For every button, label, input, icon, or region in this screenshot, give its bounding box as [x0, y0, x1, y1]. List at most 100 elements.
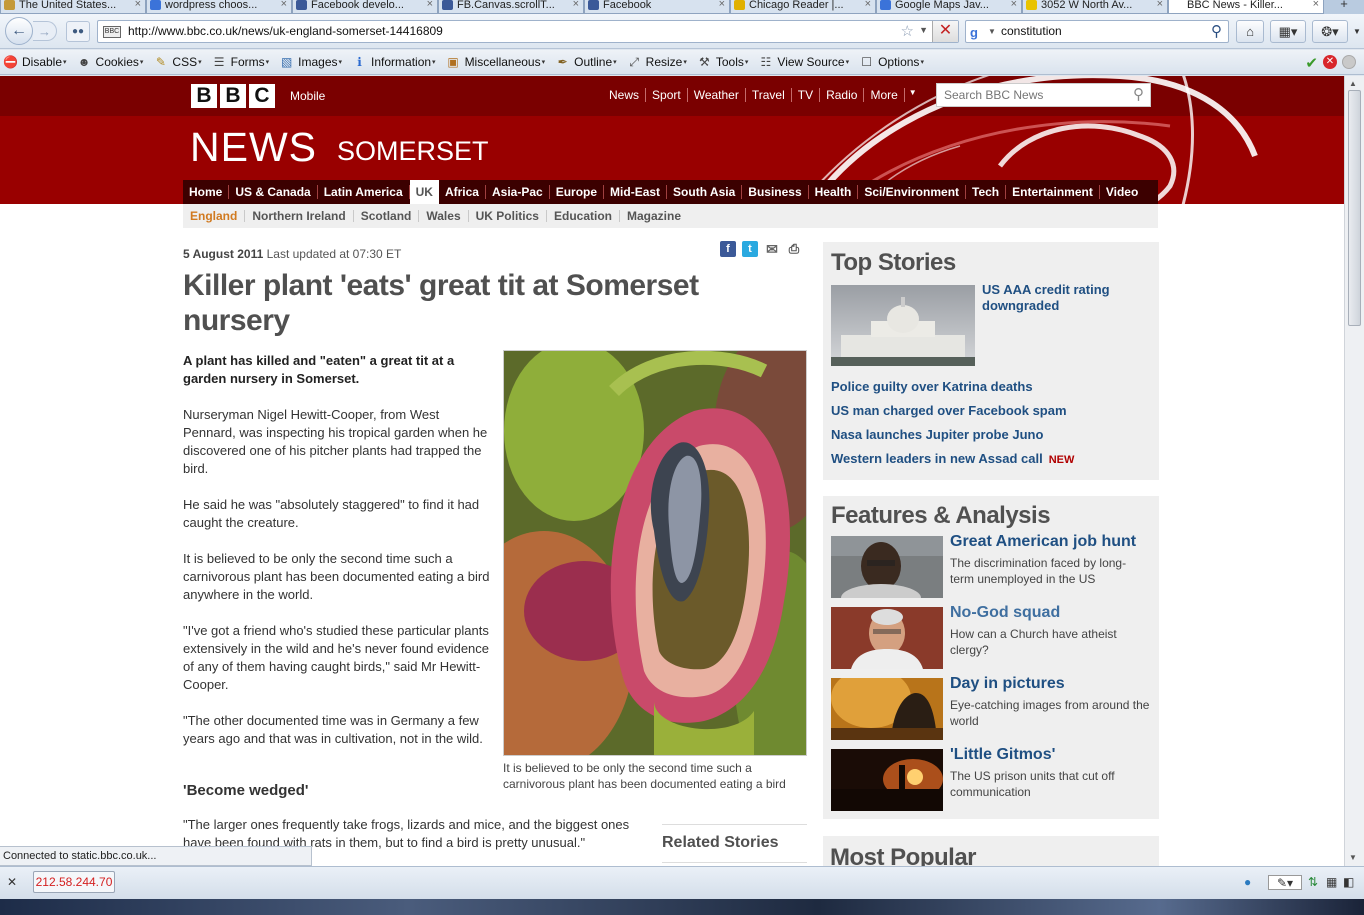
- search-bar[interactable]: g ▼ constitution ⚲: [965, 20, 1229, 43]
- sub-nav-item[interactable]: Education: [547, 210, 620, 222]
- feature-title[interactable]: 'Little Gitmos': [950, 746, 1055, 764]
- top-nav-weather[interactable]: Weather: [688, 88, 746, 102]
- feature-item[interactable]: 'Little Gitmos' The US prison units that…: [831, 746, 1151, 811]
- twitter-icon[interactable]: t: [742, 241, 758, 257]
- bookmark-star-icon[interactable]: ☆: [901, 22, 914, 40]
- sub-nav-item[interactable]: UK Politics: [469, 210, 547, 222]
- close-tab-icon[interactable]: ×: [1157, 0, 1163, 10]
- sync-icon[interactable]: ⇅: [1308, 875, 1318, 890]
- close-icon[interactable]: ✕: [1323, 55, 1337, 69]
- bookmarks-button[interactable]: ▦▾: [1270, 20, 1306, 43]
- capitol-building-image[interactable]: [831, 285, 975, 366]
- dev-menu-outline[interactable]: ✒ Outline ▾: [555, 55, 617, 70]
- sub-nav-item[interactable]: Wales: [419, 210, 469, 222]
- story-link[interactable]: Nasa launches Jupiter probe Juno: [831, 427, 1043, 442]
- browser-tab[interactable]: Google Maps Jav... ×: [876, 0, 1022, 14]
- dev-menu-options[interactable]: ☐ Options ▾: [859, 55, 924, 70]
- close-tab-icon[interactable]: ×: [1011, 0, 1017, 10]
- browser-tab[interactable]: wordpress choos... ×: [146, 0, 292, 14]
- browser-tab[interactable]: Chicago Reader |... ×: [730, 0, 876, 14]
- feature-item[interactable]: Great American job hunt The discriminati…: [831, 533, 1151, 598]
- top-nav-tv[interactable]: TV: [792, 88, 821, 102]
- browser-tab[interactable]: BBC News - Killer... ×: [1168, 0, 1324, 14]
- more-dropdown-icon[interactable]: ▼: [909, 88, 917, 102]
- main-nav-item[interactable]: Mid-East: [604, 185, 668, 199]
- facebook-icon[interactable]: f: [720, 241, 736, 257]
- close-tab-icon[interactable]: ×: [719, 0, 725, 10]
- close-tab-icon[interactable]: ×: [573, 0, 579, 10]
- dev-menu-images[interactable]: ▧ Images ▾: [279, 55, 342, 70]
- validation-check-icon[interactable]: ✔: [1305, 54, 1318, 72]
- forward-button[interactable]: →: [33, 21, 57, 41]
- close-tab-icon[interactable]: ×: [1313, 0, 1319, 10]
- close-tab-icon[interactable]: ×: [135, 0, 141, 10]
- vertical-scrollbar[interactable]: ▲ ▼: [1344, 76, 1364, 866]
- main-nav-item[interactable]: Asia-Pac: [486, 185, 550, 199]
- sub-nav-item[interactable]: Northern Ireland: [245, 210, 354, 222]
- dev-menu-resize[interactable]: ⤢ Resize ▾: [627, 55, 687, 70]
- main-nav-item[interactable]: Latin America: [318, 185, 410, 199]
- main-nav-item[interactable]: Business: [742, 185, 809, 199]
- url-bar[interactable]: BBC http://www.bbc.co.uk/news/uk-england…: [97, 20, 959, 43]
- woman-portrait-image[interactable]: [831, 536, 943, 598]
- sub-nav-item[interactable]: Magazine: [620, 210, 688, 222]
- scroll-down-arrow-icon[interactable]: ▼: [1349, 853, 1357, 862]
- main-nav-item[interactable]: US & Canada: [229, 185, 318, 199]
- main-nav-item[interactable]: Home: [183, 185, 230, 199]
- top-nav-radio[interactable]: Radio: [820, 88, 865, 102]
- top-nav-news[interactable]: News: [603, 88, 647, 102]
- story-link[interactable]: Police guilty over Katrina deaths: [831, 379, 1033, 394]
- print-icon[interactable]: ⎙: [786, 241, 802, 257]
- browser-tab[interactable]: 3052 W North Av... ×: [1022, 0, 1168, 14]
- story-link[interactable]: Western leaders in new Assad call NEW: [831, 451, 1074, 466]
- close-tab-icon[interactable]: ×: [281, 0, 287, 10]
- close-tab-icon[interactable]: ×: [865, 0, 871, 10]
- pen-tool-icon[interactable]: ✎▾: [1268, 875, 1302, 890]
- main-nav-item[interactable]: Tech: [966, 185, 1007, 199]
- google-icon[interactable]: g: [970, 25, 978, 40]
- addon-menu-button[interactable]: ❂▾: [1312, 20, 1348, 43]
- scrollbar-thumb[interactable]: [1348, 90, 1361, 326]
- dev-menu-disable[interactable]: ⛔ Disable ▾: [3, 55, 67, 70]
- url-text[interactable]: http://www.bbc.co.uk/news/uk-england-som…: [128, 24, 443, 38]
- main-nav-item[interactable]: UK: [409, 180, 439, 204]
- main-nav-item[interactable]: Video: [1100, 185, 1144, 199]
- back-button[interactable]: ←: [5, 17, 33, 45]
- dev-menu-tools[interactable]: ⚒ Tools ▾: [697, 55, 748, 70]
- browser-tab[interactable]: FB.Canvas.scrollT... ×: [438, 0, 584, 14]
- dev-menu-information[interactable]: ℹ Information ▾: [352, 55, 435, 70]
- top-nav-travel[interactable]: Travel: [746, 88, 792, 102]
- home-button[interactable]: ⌂: [1236, 20, 1264, 43]
- browser-tab[interactable]: Facebook develo... ×: [292, 0, 438, 14]
- email-icon[interactable]: ✉: [764, 241, 780, 257]
- feature-title[interactable]: Great American job hunt: [950, 533, 1136, 551]
- browser-tab[interactable]: Facebook ×: [584, 0, 730, 14]
- golden-scene-image[interactable]: [831, 678, 943, 740]
- resize-grip-icon[interactable]: ◧: [1343, 875, 1354, 890]
- feature-title[interactable]: No-God squad: [950, 604, 1060, 622]
- sub-nav-item[interactable]: Scotland: [354, 210, 420, 222]
- dev-menu-forms[interactable]: ☰ Forms ▾: [212, 55, 269, 70]
- sub-nav-item[interactable]: England: [183, 210, 246, 222]
- new-tab-button[interactable]: +: [1324, 0, 1364, 14]
- main-nav-item[interactable]: Europe: [550, 185, 605, 199]
- site-identity-button[interactable]: ●●: [66, 21, 90, 42]
- dev-menu-cookies[interactable]: ☻ Cookies ▾: [77, 55, 144, 70]
- globe-icon[interactable]: ●: [1244, 875, 1251, 890]
- main-nav-item[interactable]: Entertainment: [1006, 185, 1100, 199]
- feature-item[interactable]: Day in pictures Eye-catching images from…: [831, 675, 1151, 740]
- bbc-search-box[interactable]: ⚲: [936, 83, 1151, 107]
- search-icon[interactable]: ⚲: [1133, 85, 1144, 103]
- dev-menu-view-source[interactable]: ☷ View Source ▾: [758, 55, 850, 70]
- main-nav-item[interactable]: Africa: [439, 185, 486, 199]
- overflow-menu[interactable]: ▼: [1351, 20, 1363, 43]
- bbc-search-input[interactable]: [937, 84, 1122, 106]
- feature-title[interactable]: Day in pictures: [950, 675, 1065, 693]
- history-dropdown-icon[interactable]: ▼: [919, 25, 928, 35]
- mobile-link[interactable]: Mobile: [290, 89, 325, 103]
- search-icon[interactable]: ⚲: [1211, 22, 1222, 40]
- browser-tab[interactable]: The United States... ×: [0, 0, 146, 14]
- main-nav-item[interactable]: South Asia: [667, 185, 743, 199]
- close-tab-icon[interactable]: ×: [427, 0, 433, 10]
- stop-icon[interactable]: ✕: [932, 21, 958, 42]
